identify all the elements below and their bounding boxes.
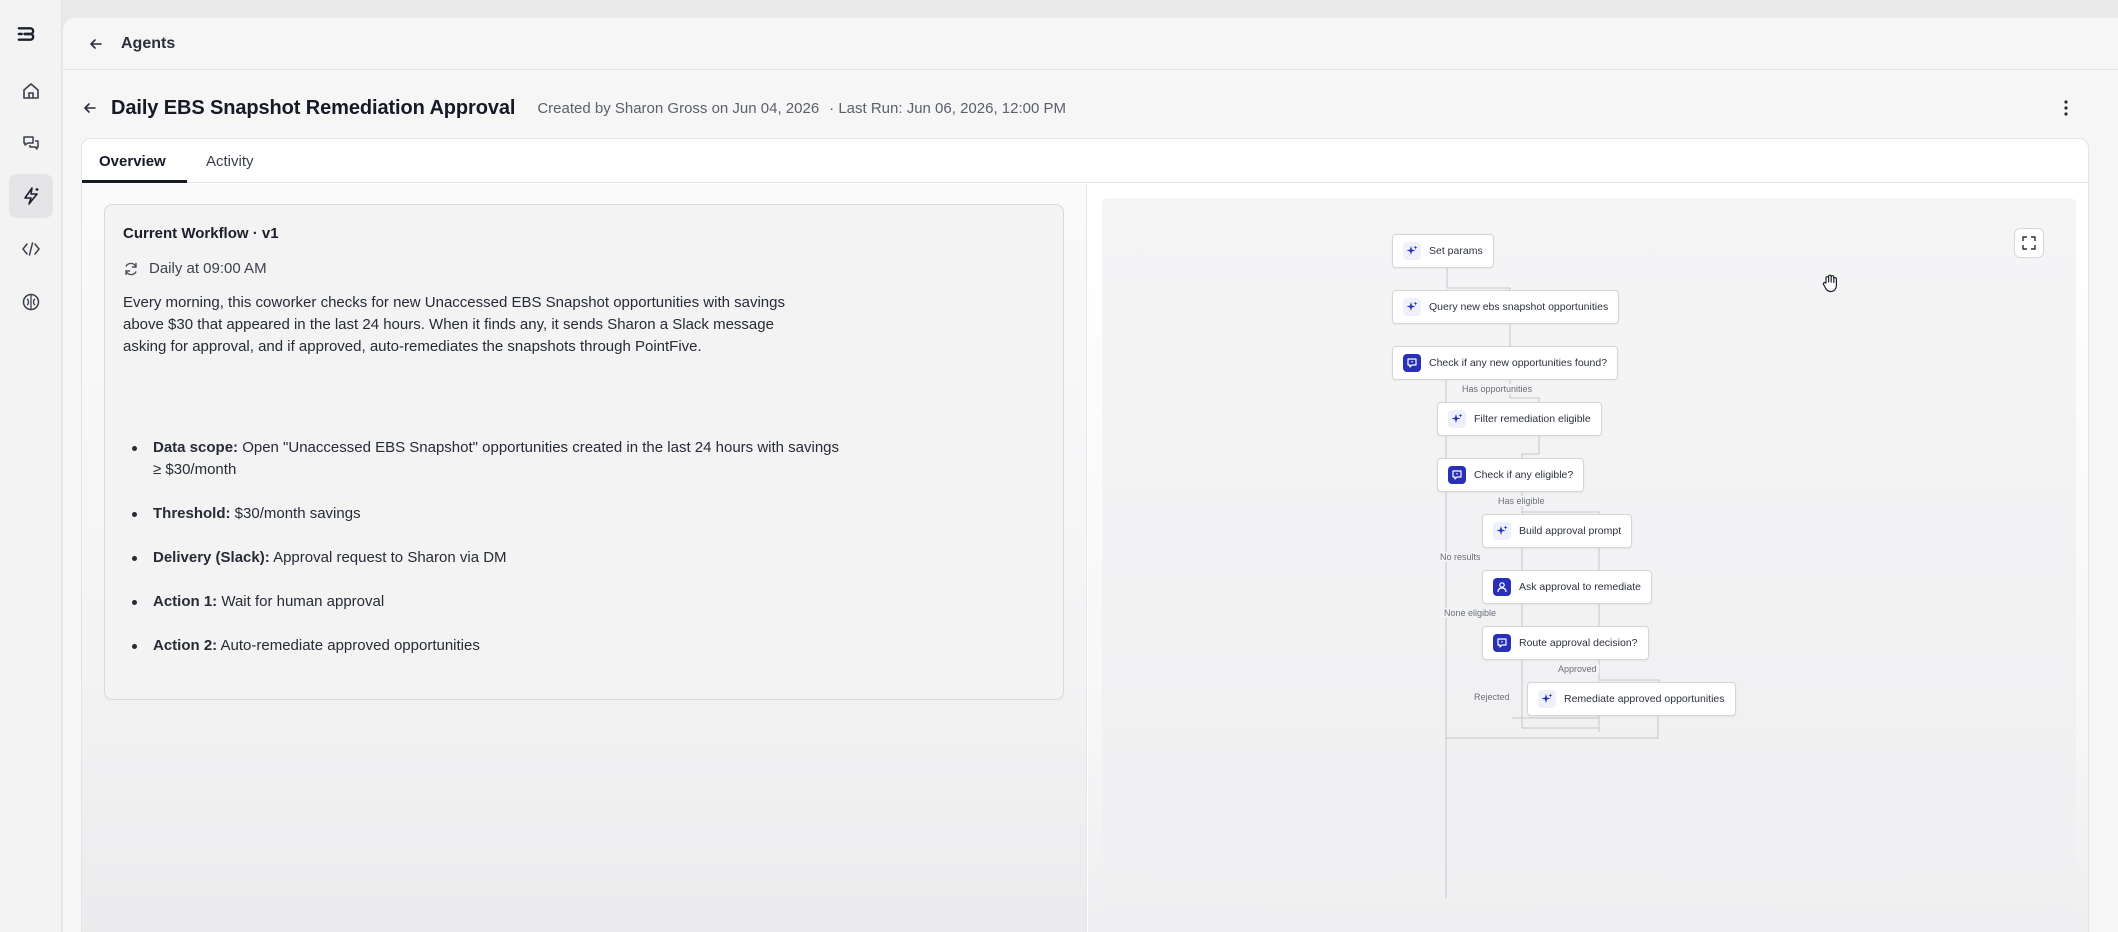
active-tab-indicator (82, 180, 187, 183)
bullet-text: Auto-remediate approved opportunities (217, 637, 480, 654)
refresh-icon (125, 262, 137, 275)
hand-cursor-icon (1822, 274, 1837, 293)
flow-node-filter-eligible[interactable]: Filter remediation eligible (1437, 402, 1602, 436)
sparkle-icon (1448, 410, 1466, 428)
workflow-title: Current Workflow · v1 (123, 225, 279, 242)
list-item: Delivery (Slack): Approval request to Sh… (123, 547, 843, 569)
branch-icon (1493, 634, 1511, 652)
nav-brain-button[interactable] (9, 280, 53, 324)
sparkle-icon (1403, 242, 1421, 260)
edge-label-rejected: Rejected (1472, 692, 1512, 702)
person-icon (1493, 578, 1511, 596)
flow-node-query[interactable]: Query new ebs snapshot opportunities (1392, 290, 1620, 324)
bullet-text: Open "Unaccessed EBS Snapshot" opportuni… (153, 439, 840, 478)
workflow-schedule: Daily at 09:00 AM (123, 260, 267, 277)
bullet-label: Threshold: (153, 505, 231, 522)
main-panel: Agents Daily EBS Snapshot Remediation Ap… (63, 18, 2118, 932)
workflow-diagram-pane: Set params Query new ebs snapshot opport… (1088, 184, 2088, 932)
tab-overview[interactable]: Overview (99, 153, 166, 170)
node-label: Check if any new opportunities found? (1429, 357, 1608, 369)
list-item: Threshold: $30/month savings (123, 503, 843, 525)
flow-node-ask-approval[interactable]: Ask approval to remediate (1482, 570, 1652, 604)
bullet-text: Wait for human approval (217, 593, 385, 610)
bullet-label: Action 2: (153, 637, 218, 654)
edge-label-none-eligible: None eligible (1442, 608, 1499, 618)
branch-icon (1448, 466, 1466, 484)
bullet-text: $30/month savings (230, 505, 361, 522)
workflow-summary-card: Current Workflow · v1 Daily at 09:00 AM … (104, 204, 1064, 700)
edge-label-has-opportunities: Has opportunities (1460, 384, 1535, 394)
page-title: Daily EBS Snapshot Remediation Approval (111, 96, 516, 119)
flow-node-remediate[interactable]: Remediate approved opportunities (1527, 682, 1736, 716)
node-label: Filter remediation eligible (1474, 413, 1591, 425)
expand-icon (2022, 236, 2036, 250)
tab-activity[interactable]: Activity (206, 153, 254, 170)
nav-chat-button[interactable] (9, 121, 53, 165)
code-brackets-icon (22, 242, 40, 256)
flow-node-build-prompt[interactable]: Build approval prompt (1482, 514, 1633, 548)
back-arrow-icon[interactable] (79, 97, 101, 119)
edge-label-no-results: No results (1438, 552, 1483, 562)
page-header: Daily EBS Snapshot Remediation Approval … (63, 88, 2118, 128)
list-item: Data scope: Open "Unaccessed EBS Snapsho… (123, 437, 843, 481)
back-arrow-icon[interactable] (85, 33, 107, 55)
sparkle-icon (1493, 522, 1511, 540)
node-label: Query new ebs snapshot opportunities (1429, 301, 1609, 313)
flow-node-route-decision[interactable]: Route approval decision? (1482, 626, 1649, 660)
brand-logo-icon[interactable] (16, 24, 44, 52)
bullet-label: Delivery (Slack): (153, 549, 270, 566)
edge-label-approved: Approved (1556, 664, 1599, 674)
workflow-description: Every morning, this coworker checks for … (123, 294, 785, 355)
schedule-text: Daily at 09:00 AM (149, 260, 267, 277)
bullet-text: Approval request to Sharon via DM (269, 549, 507, 566)
left-nav-rail (0, 0, 62, 932)
workflow-canvas[interactable]: Set params Query new ebs snapshot opport… (1102, 198, 2076, 932)
node-label: Set params (1429, 245, 1483, 257)
list-item: Action 1: Wait for human approval (123, 591, 843, 613)
node-label: Check if any eligible? (1474, 469, 1574, 481)
fullscreen-button[interactable] (2014, 228, 2044, 258)
last-run-text: · Last Run: Jun 06, 2026, 12:00 PM (829, 99, 1066, 117)
bullet-label: Data scope: (153, 439, 239, 456)
edge-label-has-eligible: Has eligible (1496, 496, 1547, 506)
created-by-text: Created by Sharon Gross on Jun 04, 2026 (537, 99, 820, 117)
flow-node-check-eligible[interactable]: Check if any eligible? (1437, 458, 1585, 492)
node-label: Ask approval to remediate (1519, 581, 1641, 593)
node-label: Remediate approved opportunities (1564, 693, 1725, 705)
breadcrumb[interactable]: Agents (121, 35, 175, 53)
lightning-sparkle-icon (24, 187, 39, 205)
chat-bubbles-icon (23, 136, 39, 150)
home-icon (23, 83, 39, 99)
flow-node-set-params[interactable]: Set params (1392, 234, 1494, 268)
agent-content-card: Overview Activity Current Workflow · v1 … (81, 138, 2089, 932)
flow-node-check-opportunities[interactable]: Check if any new opportunities found? (1392, 346, 1619, 380)
tab-bar: Overview Activity (82, 139, 2088, 183)
node-label: Route approval decision? (1519, 637, 1638, 649)
list-item: Action 2: Auto-remediate approved opport… (123, 635, 843, 657)
brain-icon (22, 293, 40, 311)
overview-pane: Current Workflow · v1 Daily at 09:00 AM … (82, 184, 1087, 932)
workflow-details-list: Data scope: Open "Unaccessed EBS Snapsho… (123, 437, 843, 679)
top-bar: Agents (63, 18, 2118, 70)
sparkle-icon (1538, 690, 1556, 708)
node-label: Build approval prompt (1519, 525, 1622, 537)
branch-icon (1403, 354, 1421, 372)
nav-code-button[interactable] (9, 227, 53, 271)
nav-agents-button[interactable] (9, 174, 53, 218)
sparkle-icon (1403, 298, 1421, 316)
more-options-icon[interactable] (2054, 96, 2078, 120)
bullet-label: Action 1: (153, 593, 218, 610)
nav-home-button[interactable] (9, 69, 53, 113)
